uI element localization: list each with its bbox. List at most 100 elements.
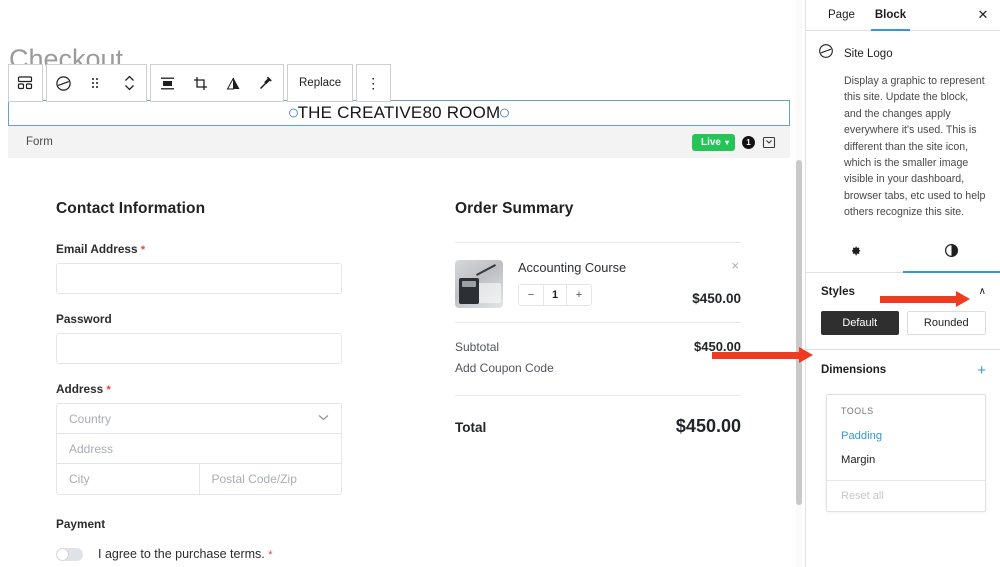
order-section-title: Order Summary	[455, 200, 741, 218]
password-field[interactable]	[56, 333, 342, 364]
site-title-text: THE CREATIVE80 ROOM	[298, 103, 501, 122]
contact-information-column: Contact Information Email Address * Pass…	[56, 200, 342, 561]
block-description: Display a graphic to represent this site…	[818, 73, 986, 221]
product-thumbnail	[455, 260, 503, 308]
qty-increase-button[interactable]: +	[567, 285, 591, 305]
toolbar-group-replace: Replace	[287, 64, 353, 102]
total-row: Total $450.00	[455, 396, 741, 437]
tools-item-padding[interactable]: Padding	[827, 424, 985, 448]
tab-settings[interactable]	[806, 235, 903, 272]
site-logo-block-icon[interactable]	[47, 65, 80, 101]
postal-input[interactable]: Postal Code/Zip	[199, 464, 342, 494]
order-summary-column: Order Summary Accounting Course − 1 +	[455, 200, 741, 437]
email-label: Email Address *	[56, 242, 342, 256]
link-icon[interactable]	[250, 65, 283, 101]
selection-handle-left[interactable]	[289, 109, 298, 118]
address-label-text: Address	[56, 382, 103, 396]
more-options-icon[interactable]: ⋮	[357, 65, 390, 101]
style-option-default[interactable]: Default	[821, 311, 899, 335]
block-settings-sidebar: Page Block ✕ Site Logo Display a graphic…	[805, 0, 1000, 567]
terms-label-text: I agree to the purchase terms.	[98, 547, 265, 561]
tab-styles[interactable]	[903, 235, 1000, 272]
total-label: Total	[455, 420, 486, 435]
tab-page[interactable]: Page	[818, 0, 865, 30]
city-input[interactable]: City	[57, 464, 199, 494]
street-input[interactable]: Address	[57, 434, 341, 464]
password-label: Password	[56, 312, 342, 326]
dimensions-tools-popover: TOOLS Padding Margin Reset all	[826, 394, 986, 512]
country-placeholder: Country	[69, 412, 111, 426]
cart-icon[interactable]	[762, 135, 776, 149]
block-info-panel: Site Logo Display a graphic to represent…	[806, 31, 1000, 235]
quantity-stepper: − 1 +	[518, 284, 592, 306]
add-coupon-link[interactable]: Add Coupon Code	[455, 354, 741, 375]
block-toolbar: Replace ⋮	[8, 64, 391, 102]
canvas-scrollbar-thumb[interactable]	[796, 160, 802, 505]
subtotal-value: $450.00	[694, 339, 741, 354]
postal-placeholder: Postal Code/Zip	[212, 472, 297, 486]
toolbar-group-inserter	[8, 64, 43, 102]
site-logo-title-block[interactable]: THE CREATIVE80 ROOM	[8, 100, 790, 126]
city-placeholder: City	[69, 472, 90, 486]
site-title: THE CREATIVE80 ROOM	[298, 103, 501, 123]
order-item-name: Accounting Course	[518, 260, 741, 275]
block-info-header: Site Logo	[818, 43, 986, 64]
style-option-rounded[interactable]: Rounded	[907, 311, 987, 335]
address-label: Address *	[56, 382, 342, 396]
styles-section-header: Styles ∧	[806, 273, 1000, 311]
email-required-mark: *	[141, 244, 145, 256]
block-name: Site Logo	[844, 48, 893, 60]
email-field[interactable]	[56, 263, 342, 294]
replace-button[interactable]: Replace	[288, 65, 352, 101]
payment-label: Payment	[56, 517, 342, 531]
selection-handle-right[interactable]	[500, 109, 509, 118]
order-line-item: Accounting Course − 1 + × $450.00	[455, 243, 741, 322]
form-header-strip: Form Live ▾ 1	[8, 126, 790, 158]
crop-icon[interactable]	[184, 65, 217, 101]
qty-decrease-button[interactable]: −	[519, 285, 543, 305]
checkout-form: Contact Information Email Address * Pass…	[0, 200, 790, 567]
terms-required-mark: *	[268, 549, 272, 561]
settings-gear-icon	[848, 244, 862, 263]
editor-canvas: Checkout	[0, 0, 805, 567]
block-inserter-icon[interactable]	[9, 65, 42, 101]
tools-popover-header: TOOLS	[827, 395, 985, 424]
close-icon[interactable]: ✕	[966, 0, 1000, 30]
toolbar-group-more: ⋮	[356, 64, 391, 102]
country-select[interactable]: Country	[57, 404, 341, 434]
cart-count-badge: 1	[742, 136, 755, 149]
dimensions-section-header: Dimensions +	[806, 350, 1000, 391]
total-value: $450.00	[676, 416, 741, 437]
align-icon[interactable]	[151, 65, 184, 101]
form-label: Form	[26, 136, 53, 148]
duotone-filter-icon[interactable]	[217, 65, 250, 101]
tools-item-margin[interactable]: Margin	[827, 448, 985, 472]
chevron-up-icon[interactable]: ∧	[979, 286, 986, 297]
terms-row: I agree to the purchase terms. *	[56, 547, 342, 561]
live-button[interactable]: Live ▾	[692, 134, 735, 151]
order-item-price: $450.00	[692, 291, 741, 306]
address-group: Country Address City	[56, 403, 342, 495]
email-label-text: Email Address	[56, 242, 138, 256]
form-strip-actions: Live ▾ 1	[692, 134, 776, 151]
styles-title: Styles	[821, 286, 855, 298]
style-variation-buttons: Default Rounded	[806, 311, 1000, 349]
remove-item-icon[interactable]: ×	[731, 259, 739, 272]
move-updown-icon[interactable]	[113, 65, 146, 101]
site-logo-icon	[818, 43, 834, 64]
toolbar-group-block	[46, 64, 147, 102]
dimensions-title: Dimensions	[821, 364, 886, 376]
reset-all-button[interactable]: Reset all	[827, 480, 985, 511]
drag-handle-icon[interactable]	[80, 65, 113, 101]
add-dimension-tool-button[interactable]: +	[977, 363, 986, 378]
sidebar-icon-tabs	[806, 235, 1000, 273]
subtotal-label: Subtotal	[455, 340, 499, 354]
contact-section-title: Contact Information	[56, 200, 342, 218]
chevron-down-icon	[318, 413, 329, 424]
live-button-label: Live	[701, 137, 721, 148]
toolbar-group-format	[150, 64, 284, 102]
tab-block[interactable]: Block	[865, 0, 916, 30]
styles-contrast-icon	[944, 243, 959, 263]
qty-value[interactable]: 1	[543, 285, 567, 305]
terms-toggle[interactable]	[56, 548, 83, 561]
